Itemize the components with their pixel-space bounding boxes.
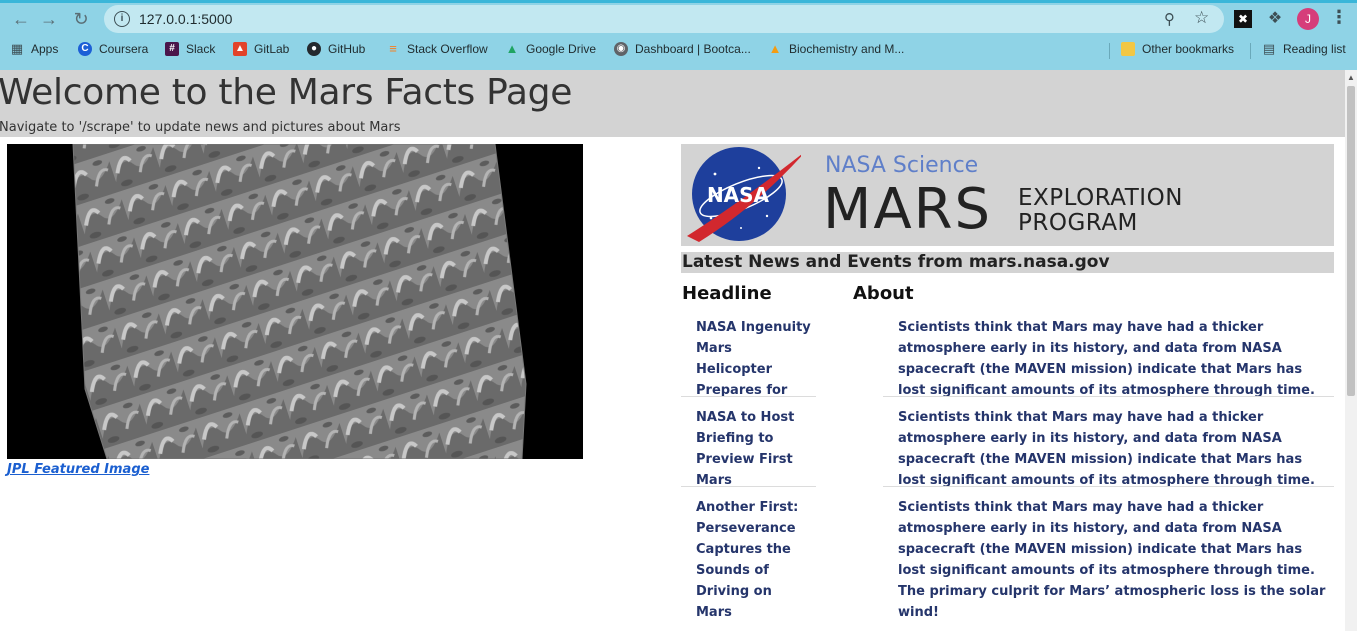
globe-icon: ◉ <box>614 42 628 56</box>
github-icon: ● <box>307 42 321 56</box>
row-divider <box>681 486 816 487</box>
exploration-text: EXPLORATION <box>1018 185 1183 211</box>
google-drive-icon: ▲ <box>505 41 519 56</box>
slack-icon: # <box>165 42 179 56</box>
apps-grid-icon: ▦ <box>10 41 24 56</box>
bookmark-label: Coursera <box>99 42 149 56</box>
bookmark-label: GitHub <box>328 42 366 56</box>
tab-strip-edge <box>0 0 1357 3</box>
news-about-cell: Scientists think that Mars may have had … <box>883 493 1334 625</box>
mars-dunes-image <box>7 144 583 459</box>
reading-list-label: Reading list <box>1283 42 1346 56</box>
page-header: Welcome to the Mars Facts Page Navigate … <box>0 70 1345 137</box>
news-headline-cell: NASA to Host Briefing to Preview First M… <box>681 403 816 487</box>
page-scrollbar[interactable]: ▲ <box>1345 70 1357 631</box>
nasa-logo: NASA <box>687 147 801 242</box>
jpl-featured-image-link[interactable]: JPL Featured Image <box>7 462 149 477</box>
news-headline: Another First: Perseverance Captures the… <box>696 500 799 620</box>
bookmarks-divider <box>1109 43 1110 59</box>
site-info-icon[interactable]: i <box>114 11 130 27</box>
address-url[interactable]: 127.0.0.1:5000 <box>139 11 232 27</box>
featured-image <box>7 144 583 459</box>
bookmark-label: GitLab <box>254 42 290 56</box>
nasa-logo-text: NASA <box>707 183 770 207</box>
bookmark-github[interactable]: ● GitHub <box>307 42 365 56</box>
news-headline-cell: NASA Ingenuity Mars Helicopter Prepares … <box>681 313 816 397</box>
bookmark-star-icon[interactable]: ☆ <box>1194 8 1209 28</box>
bookmark-biochemistry[interactable]: ▲ Biochemistry and M... <box>768 41 905 57</box>
bookmark-apps[interactable]: ▦ Apps <box>10 41 59 57</box>
nasa-mars-banner: NASA NASA Science MARS EXPLORATION PROGR… <box>681 144 1334 246</box>
forward-arrow-icon[interactable]: → <box>38 8 60 30</box>
browser-toolbar: ← → ↻ i 127.0.0.1:5000 ⚲ ☆ ✖ ❖ J ⋮ ▦ App… <box>0 0 1357 70</box>
news-about-cell: Scientists think that Mars may have had … <box>883 313 1334 397</box>
scroll-up-arrow-icon[interactable]: ▲ <box>1347 73 1355 82</box>
bookmark-label: Stack Overflow <box>407 42 488 56</box>
coursera-icon: C <box>78 42 92 56</box>
news-section-header: Latest News and Events from mars.nasa.go… <box>681 252 1334 273</box>
bookmarks-divider <box>1250 43 1251 59</box>
bookmark-google-drive[interactable]: ▲ Google Drive <box>505 41 597 57</box>
extension-icon[interactable]: ✖ <box>1234 10 1252 28</box>
news-about: Scientists think that Mars may have had … <box>898 410 1315 487</box>
row-divider <box>883 396 1334 397</box>
scroll-thumb[interactable] <box>1347 86 1355 396</box>
page-subtitle: Navigate to '/scrape' to update news and… <box>0 120 401 135</box>
folder-icon <box>1121 42 1135 56</box>
bookmark-label: Dashboard | Bootca... <box>635 42 751 56</box>
bookmark-coursera[interactable]: C Coursera <box>78 42 148 56</box>
zoom-icon[interactable]: ⚲ <box>1164 10 1175 28</box>
about-column-header: About <box>853 283 914 304</box>
back-arrow-icon[interactable]: ← <box>10 8 32 30</box>
bookmark-stackoverflow[interactable]: ≡ Stack Overflow <box>386 41 488 57</box>
address-bar[interactable]: i 127.0.0.1:5000 ⚲ ☆ <box>104 5 1224 33</box>
gitlab-icon: ▲ <box>233 42 247 56</box>
menu-kebab-icon[interactable]: ⋮ <box>1330 7 1348 28</box>
extensions-puzzle-icon[interactable]: ❖ <box>1266 10 1284 28</box>
news-about: Scientists think that Mars may have had … <box>898 500 1326 620</box>
program-text: PROGRAM <box>1018 210 1138 236</box>
bookmark-label: Apps <box>31 42 59 56</box>
bookmark-label: Google Drive <box>526 42 597 56</box>
bookmark-slack[interactable]: # Slack <box>165 42 215 56</box>
news-headline: NASA to Host Briefing to Preview First M… <box>696 410 795 487</box>
bookmark-dashboard[interactable]: ◉ Dashboard | Bootca... <box>614 42 751 56</box>
bookmark-gitlab[interactable]: ▲ GitLab <box>233 42 289 56</box>
bookmark-label: Biochemistry and M... <box>789 42 905 56</box>
news-headline-cell: Another First: Perseverance Captures the… <box>681 493 816 625</box>
row-divider <box>883 486 1334 487</box>
mars-wordmark: MARS <box>823 177 993 242</box>
news-headline: NASA Ingenuity Mars Helicopter Prepares … <box>696 320 811 397</box>
bookmarks-bar: ▦ Apps C Coursera # Slack ▲ GitLab ● Git… <box>0 40 1357 62</box>
headline-column-header: Headline <box>682 283 772 304</box>
reading-list-icon: ▤ <box>1262 41 1276 56</box>
page-title: Welcome to the Mars Facts Page <box>0 72 573 113</box>
reload-icon[interactable]: ↻ <box>70 8 92 30</box>
nasa-science-text: NASA Science <box>825 153 979 178</box>
stackoverflow-icon: ≡ <box>389 41 397 56</box>
row-divider <box>681 396 816 397</box>
bookmark-label: Slack <box>186 42 216 56</box>
bookmark-other[interactable]: Other bookmarks <box>1121 42 1234 56</box>
flame-icon: ▲ <box>768 41 782 56</box>
other-bookmarks-label: Other bookmarks <box>1142 42 1235 56</box>
news-about: Scientists think that Mars may have had … <box>898 320 1315 397</box>
news-about-cell: Scientists think that Mars may have had … <box>883 403 1334 487</box>
reading-list-button[interactable]: ▤ Reading list <box>1262 41 1346 57</box>
profile-avatar[interactable]: J <box>1297 8 1319 30</box>
